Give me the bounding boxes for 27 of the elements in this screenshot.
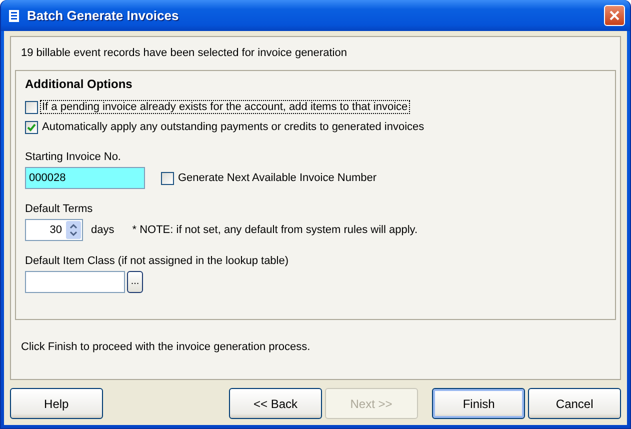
summary-text: 19 billable event records have been selected for invoice generation xyxy=(21,47,348,61)
invoice-number-field[interactable]: 000028 xyxy=(25,167,145,189)
close-button[interactable] xyxy=(604,5,625,26)
group-title: Additional Options xyxy=(25,77,134,91)
window-title: Batch Generate Invoices xyxy=(27,8,180,23)
terms-spin-field[interactable]: 30 xyxy=(25,219,83,241)
browse-button[interactable]: ... xyxy=(127,271,143,293)
field-label: Default Terms xyxy=(25,203,94,215)
checkbox[interactable] xyxy=(161,172,174,184)
dialog-button[interactable]: Help xyxy=(10,388,103,419)
checkbox[interactable] xyxy=(25,120,38,134)
app-icon xyxy=(7,8,21,22)
item-class-field[interactable] xyxy=(25,271,125,293)
field-label: Default Item Class (if not assigned in the lookup table) xyxy=(25,255,290,267)
field-label: Starting Invoice No. xyxy=(25,151,122,163)
checkbox-label[interactable]: Automatically apply any outstanding payments or credits to generated invoices xyxy=(40,120,426,134)
unit-label: days xyxy=(91,224,114,236)
checkbox[interactable] xyxy=(25,100,38,114)
dialog-button[interactable]: Finish xyxy=(432,388,526,419)
close-icon[interactable] xyxy=(609,10,620,21)
dialog-button[interactable]: << Back xyxy=(229,388,322,419)
checkbox-label[interactable]: If a pending invoice already exists for the account, add items to that invoice xyxy=(40,100,410,114)
dialog-button[interactable]: Cancel xyxy=(528,388,621,419)
instruction-text: Click Finish to proceed with the invoice generation process. xyxy=(21,341,312,353)
checkbox-label[interactable]: Generate Next Available Invoice Number xyxy=(178,172,377,184)
spin-arrows-icon[interactable] xyxy=(66,221,81,239)
note-text: * NOTE: if not set, any default from system rules will apply. xyxy=(132,224,418,236)
